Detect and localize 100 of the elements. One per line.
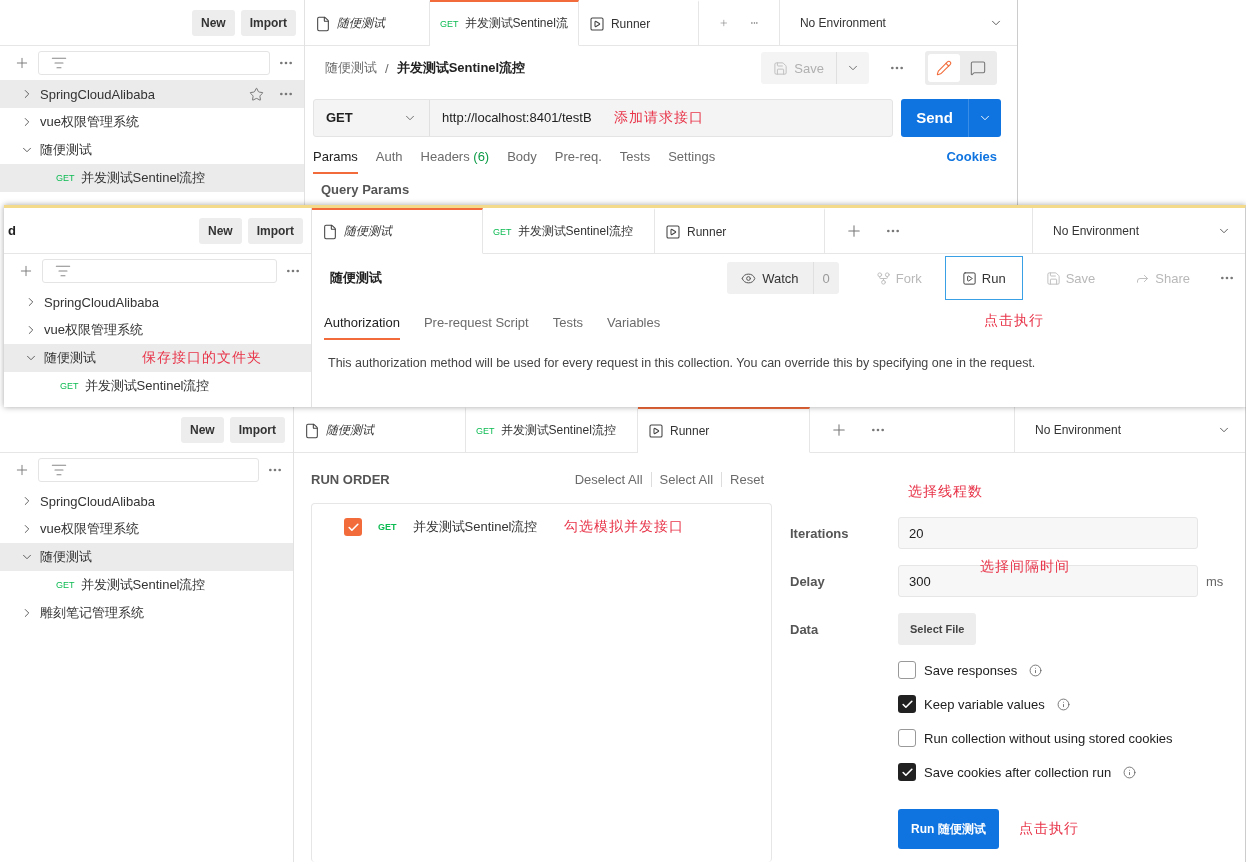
collection-item[interactable]: vue权限管理系统 xyxy=(0,515,293,543)
tab-label: 随便测试 xyxy=(326,422,374,439)
add-icon[interactable] xyxy=(18,263,34,279)
option-checkbox[interactable] xyxy=(898,729,916,747)
editor-tab[interactable]: GET 并发测试Sentinel流控 xyxy=(483,208,655,254)
edit-toggle[interactable] xyxy=(928,54,960,83)
iterations-field[interactable]: 20 xyxy=(898,517,1198,549)
collection-item[interactable]: SpringCloudAlibaba xyxy=(0,487,293,515)
tab-label: Runner xyxy=(687,224,727,239)
editor-tab[interactable]: Runner xyxy=(638,407,810,453)
filter-field[interactable] xyxy=(38,51,270,75)
star-icon[interactable] xyxy=(249,86,264,102)
collection-subtab[interactable]: Tests xyxy=(552,309,583,340)
collection-item[interactable]: 随便测试 保存接口的文件夹 xyxy=(4,344,311,372)
option-checkbox[interactable] xyxy=(898,661,916,679)
method-label: GET xyxy=(56,580,75,590)
play-icon xyxy=(648,422,664,439)
collection-name: vue权限管理系统 xyxy=(40,113,139,131)
request-item[interactable]: GET 并发测试Sentinel流控 xyxy=(0,571,293,599)
environment-select[interactable]: No Environment xyxy=(778,0,1017,46)
section-title: Query Params xyxy=(320,181,411,199)
editor-tab[interactable]: GET 并发测试Sentinel流控 xyxy=(466,407,638,453)
info-icon xyxy=(1029,663,1043,677)
request-title: 并发测试Sentinel流控 xyxy=(396,59,526,78)
request-subtab[interactable]: Auth xyxy=(375,143,403,174)
method-label: GET xyxy=(493,226,512,237)
run-button[interactable]: Run 随便测试 xyxy=(898,809,999,849)
collection-item[interactable]: 随便测试 xyxy=(0,136,304,164)
checkmark-icon xyxy=(346,520,360,534)
document-icon xyxy=(315,15,331,32)
cookies-link[interactable]: Cookies xyxy=(946,149,997,174)
environment-select[interactable]: No Environment xyxy=(1032,208,1245,254)
info-icon xyxy=(1056,697,1070,711)
import-button[interactable]: Import xyxy=(240,9,296,36)
request-checkbox[interactable] xyxy=(344,518,362,536)
method-label: GET xyxy=(476,425,495,436)
data-label: Data xyxy=(790,621,820,637)
collection-item[interactable]: SpringCloudAlibaba xyxy=(0,80,304,108)
request-subtab[interactable]: Params xyxy=(313,143,358,174)
tab-label: 并发测试Sentinel流控 xyxy=(500,422,616,439)
method-select[interactable]: GET xyxy=(314,99,430,137)
request-subtab[interactable]: Body xyxy=(507,143,537,174)
request-subtab[interactable]: Settings xyxy=(668,143,716,174)
delay-label: Delay xyxy=(790,573,826,589)
request-subtab[interactable]: Pre-req. xyxy=(554,143,602,174)
description-text: This authorization method will be used for every request in this collection. You can override this by specifying one in the request. xyxy=(327,355,1037,372)
run-order-link[interactable]: Deselect All xyxy=(566,471,651,487)
collection-item[interactable]: vue权限管理系统 xyxy=(0,108,304,136)
request-item[interactable]: GET 并发测试Sentinel流控 xyxy=(0,164,304,192)
run-button[interactable]: Run xyxy=(944,256,1023,300)
collection-item[interactable]: 雕刻笔记管理系统 xyxy=(0,599,293,627)
request-item[interactable]: GET 并发测试Sentinel流控 xyxy=(4,372,311,400)
info-icon xyxy=(1123,765,1137,779)
method-label: GET xyxy=(60,381,79,391)
add-icon[interactable] xyxy=(14,462,30,478)
filter-field[interactable] xyxy=(38,458,259,482)
request-subtab[interactable]: Headers (6) xyxy=(420,143,490,174)
new-button[interactable]: New xyxy=(198,217,242,244)
editor-tab[interactable]: Runner xyxy=(655,208,825,254)
editor-tab[interactable]: 随便测试 xyxy=(294,407,466,453)
add-icon[interactable] xyxy=(14,55,30,71)
collection-item[interactable]: vue权限管理系统 xyxy=(4,316,311,344)
collection-subtab[interactable]: Pre-request Script xyxy=(423,309,529,340)
run-order-link[interactable]: Reset xyxy=(721,471,772,487)
save-icon xyxy=(1045,270,1061,286)
play-icon xyxy=(961,270,977,286)
collection-name: vue权限管理系统 xyxy=(44,321,143,339)
tab-label: 随便测试 xyxy=(337,15,385,32)
annotation-text: 点击执行 xyxy=(984,312,1044,330)
sidebar-title: d xyxy=(8,223,16,238)
watch-button[interactable]: Watch xyxy=(727,262,814,294)
breadcrumb-collection[interactable]: 随便测试 xyxy=(325,59,377,78)
unit-label: ms xyxy=(1205,573,1225,589)
import-button[interactable]: Import xyxy=(247,217,303,244)
editor-tab[interactable]: Runner xyxy=(578,0,699,46)
method-label: GET xyxy=(378,522,397,532)
editor-tab[interactable]: 随便测试 xyxy=(305,0,430,46)
document-icon xyxy=(304,422,320,439)
play-icon xyxy=(665,223,681,240)
select-file-button[interactable]: Select File xyxy=(898,613,977,645)
new-button[interactable]: New xyxy=(191,9,235,36)
collection-subtab[interactable]: Variables xyxy=(607,309,661,340)
environment-select[interactable]: No Environment xyxy=(1014,407,1245,453)
editor-tab[interactable]: GET 并发测试Sentinel流 xyxy=(430,0,579,46)
filter-field[interactable] xyxy=(42,259,277,283)
run-order-title: RUN ORDER xyxy=(311,471,390,487)
new-button[interactable]: New xyxy=(180,416,224,443)
run-order-link[interactable]: Select All xyxy=(650,471,722,487)
editor-tab[interactable]: 随便测试 xyxy=(312,208,483,254)
filter-icon xyxy=(55,263,71,279)
option-checkbox[interactable] xyxy=(898,763,916,781)
option-checkbox[interactable] xyxy=(898,695,916,713)
collection-item[interactable]: SpringCloudAlibaba xyxy=(4,288,311,316)
request-subtab[interactable]: Tests xyxy=(619,143,651,174)
collection-subtab[interactable]: Authorization xyxy=(324,309,400,340)
request-name: 并发测试Sentinel流控 xyxy=(80,169,206,187)
url-field[interactable]: http://localhost:8401/testB xyxy=(442,110,592,126)
collection-name: 随便测试 xyxy=(40,141,92,159)
import-button[interactable]: Import xyxy=(229,416,285,443)
collection-item[interactable]: 随便测试 xyxy=(0,543,293,571)
